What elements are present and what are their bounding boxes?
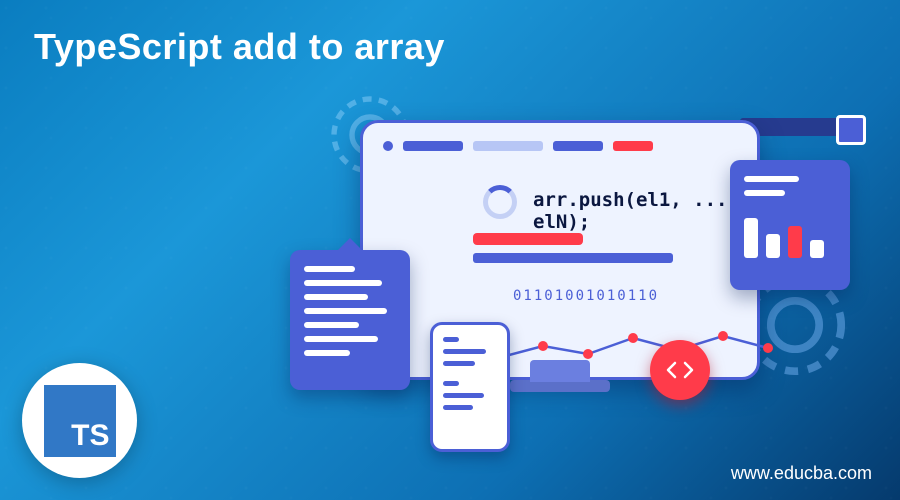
document-card (290, 250, 410, 390)
bar-decor (788, 226, 802, 258)
phone-card (430, 322, 510, 452)
monitor-window: arr.push(el1, ..., elN); 01101001010110 (360, 120, 760, 380)
ts-logo-square (44, 385, 116, 457)
bar-decor (810, 240, 824, 258)
monitor-stand (510, 380, 610, 392)
bar-decor (613, 141, 653, 151)
code-snippet: arr.push(el1, ..., elN); (533, 189, 757, 233)
hero-illustration: arr.push(el1, ..., elN); 01101001010110 (270, 90, 870, 470)
bar-decor (473, 253, 673, 263)
page-title: TypeScript add to array (34, 26, 445, 68)
window-dot-icon (383, 141, 393, 151)
code-badge-icon (650, 340, 710, 400)
binary-text: 01101001010110 (513, 288, 659, 304)
footer-url: www.educba.com (731, 463, 872, 484)
bar-decor (473, 141, 543, 151)
bar-decor (766, 234, 780, 258)
bar-decor (403, 141, 463, 151)
bar-decor (744, 218, 758, 258)
window-topbar (383, 137, 737, 155)
spinner-icon (483, 185, 517, 219)
bar-decor (473, 233, 583, 245)
typescript-logo (22, 363, 137, 478)
panel-card (730, 160, 850, 290)
bar-decor (553, 141, 603, 151)
